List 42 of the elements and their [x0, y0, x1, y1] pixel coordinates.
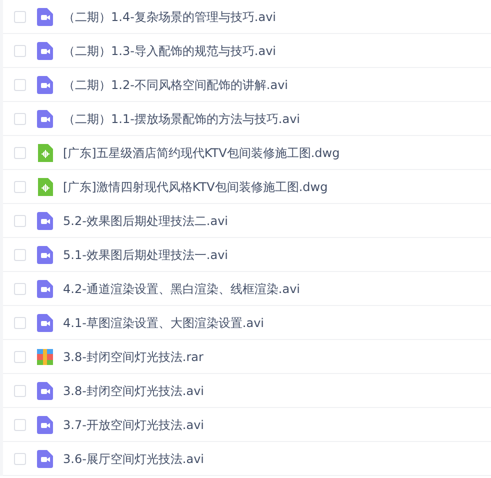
checkbox[interactable] — [14, 418, 26, 430]
cad-file-icon — [37, 144, 53, 162]
video-file-icon — [37, 416, 53, 434]
video-file-icon — [37, 76, 53, 94]
file-name[interactable]: 5.1-效果图后期处理技法一.avi — [63, 246, 228, 264]
file-name[interactable]: 4.2-通道渲染设置、黑白渲染、线框渲染.avi — [63, 280, 300, 298]
checkbox[interactable] — [14, 248, 26, 260]
checkbox[interactable] — [14, 180, 26, 192]
file-name[interactable]: 4.1-草图渲染设置、大图渲染设置.avi — [63, 314, 264, 332]
archive-file-icon — [37, 348, 53, 366]
checkbox[interactable] — [14, 384, 26, 396]
file-name[interactable]: （二期）1.2-不同风格空间配饰的讲解.avi — [63, 76, 288, 94]
video-file-icon — [37, 8, 53, 26]
file-name[interactable]: （二期）1.1-摆放场景配饰的方法与技巧.avi — [63, 110, 300, 128]
video-file-icon — [37, 246, 53, 264]
video-file-icon — [37, 110, 53, 128]
video-file-icon — [37, 314, 53, 332]
file-name[interactable]: （二期）1.3-导入配饰的规范与技巧.avi — [63, 42, 276, 60]
checkbox[interactable] — [14, 44, 26, 56]
file-name[interactable]: 3.8-封闭空间灯光技法.avi — [63, 382, 204, 400]
file-name[interactable]: 5.2-效果图后期处理技法二.avi — [63, 212, 228, 230]
file-name[interactable]: 3.7-开放空间灯光技法.avi — [63, 416, 204, 434]
video-file-icon — [37, 280, 53, 298]
video-file-icon — [37, 450, 53, 468]
checkbox[interactable] — [14, 146, 26, 158]
checkbox[interactable] — [14, 316, 26, 328]
checkbox[interactable] — [14, 350, 26, 362]
file-name[interactable]: 3.8-封闭空间灯光技法.rar — [63, 348, 204, 366]
checkbox[interactable] — [14, 78, 26, 90]
checkbox[interactable] — [14, 282, 26, 294]
checkbox[interactable] — [14, 112, 26, 124]
checkbox[interactable] — [14, 214, 26, 226]
cad-file-icon — [37, 178, 53, 196]
file-name[interactable]: [广东]激情四射现代风格KTV包间装修施工图.dwg — [63, 178, 328, 196]
video-file-icon — [37, 212, 53, 230]
file-name[interactable]: （二期）1.4-复杂场景的管理与技巧.avi — [63, 8, 276, 26]
checkbox[interactable] — [14, 10, 26, 22]
video-file-icon — [37, 42, 53, 60]
checkbox[interactable] — [14, 452, 26, 464]
file-name[interactable]: [广东]五星级酒店简约现代KTV包间装修施工图.dwg — [63, 144, 340, 162]
video-file-icon — [37, 382, 53, 400]
file-name[interactable]: 3.6-展厅空间灯光技法.avi — [63, 450, 204, 468]
